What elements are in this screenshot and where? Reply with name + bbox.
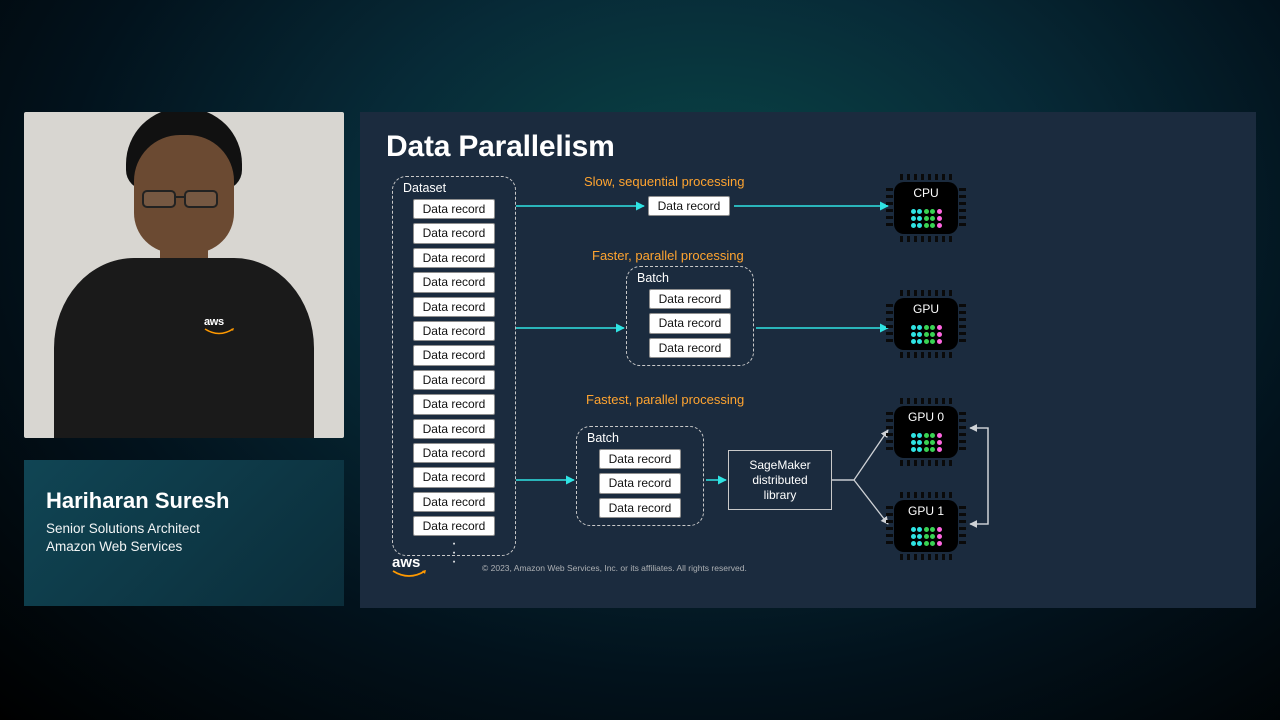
speaker-title: Senior Solutions Architect bbox=[46, 521, 200, 536]
shirt-brand-text: aws bbox=[204, 316, 224, 328]
batch-box-row3: Batch Data record Data record Data record bbox=[576, 426, 704, 526]
batch-record: Data record bbox=[599, 473, 681, 493]
dataset-record: Data record bbox=[413, 223, 495, 243]
dataset-record: Data record bbox=[413, 492, 495, 512]
dataset-record: Data record bbox=[413, 516, 495, 536]
gpu-chip-label: GPU bbox=[886, 302, 966, 316]
slide-title: Data Parallelism bbox=[386, 130, 1230, 164]
copyright-text: © 2023, Amazon Web Services, Inc. or its… bbox=[482, 563, 747, 573]
dataset-record: Data record bbox=[413, 467, 495, 487]
dataset-record: Data record bbox=[413, 272, 495, 292]
batch-box-row2: Batch Data record Data record Data record bbox=[626, 266, 754, 366]
dataset-record: Data record bbox=[413, 297, 495, 317]
slide-footer: aws © 2023, Amazon Web Services, Inc. or… bbox=[386, 555, 747, 580]
batch-label-row3: Batch bbox=[587, 431, 619, 445]
speaker-silhouette: aws bbox=[59, 151, 309, 438]
dataset-record: Data record bbox=[413, 419, 495, 439]
aws-logo-icon: aws bbox=[392, 555, 426, 580]
caption-fastest: Fastest, parallel processing bbox=[586, 392, 744, 407]
aws-logo-icon: aws bbox=[204, 316, 234, 336]
dataset-record: Data record bbox=[413, 199, 495, 219]
dataset-record: Data record bbox=[413, 443, 495, 463]
caption-faster: Faster, parallel processing bbox=[592, 248, 744, 263]
footer-brand-text: aws bbox=[392, 554, 420, 571]
speaker-name: Hariharan Suresh bbox=[46, 488, 322, 514]
batch-record: Data record bbox=[649, 338, 731, 358]
gpu0-chip-icon: GPU 0 bbox=[886, 396, 966, 468]
presentation-slide: Data Parallelism bbox=[360, 112, 1256, 608]
speaker-org: Amazon Web Services bbox=[46, 539, 182, 554]
sagemaker-box: SageMakerdistributedlibrary bbox=[728, 450, 832, 510]
gpu-chip-icon: GPU bbox=[886, 288, 966, 360]
speaker-video-card: aws bbox=[24, 112, 344, 438]
dataset-label: Dataset bbox=[403, 181, 446, 195]
batch-record: Data record bbox=[599, 449, 681, 469]
glasses-icon bbox=[142, 190, 226, 208]
batch-record: Data record bbox=[599, 498, 681, 518]
speaker-lower-third: Hariharan Suresh Senior Solutions Archit… bbox=[24, 460, 344, 606]
batch-label-row2: Batch bbox=[637, 271, 669, 285]
cpu-chip-icon: CPU bbox=[886, 172, 966, 244]
batch-record: Data record bbox=[649, 289, 731, 309]
dataset-record: Data record bbox=[413, 394, 495, 414]
gpu0-chip-label: GPU 0 bbox=[886, 410, 966, 424]
dataset-box: Dataset Data record Data record Data recor… bbox=[392, 176, 516, 556]
caption-slow: Slow, sequential processing bbox=[584, 174, 744, 189]
dataset-record: Data record bbox=[413, 321, 495, 341]
gpu1-chip-icon: GPU 1 bbox=[886, 490, 966, 562]
row1-record: Data record bbox=[648, 196, 730, 216]
dataset-record: Data record bbox=[413, 345, 495, 365]
batch-record: Data record bbox=[649, 313, 731, 333]
dataset-record: Data record bbox=[413, 370, 495, 390]
dataset-record: Data record bbox=[413, 248, 495, 268]
cpu-chip-label: CPU bbox=[886, 186, 966, 200]
gpu1-chip-label: GPU 1 bbox=[886, 504, 966, 518]
